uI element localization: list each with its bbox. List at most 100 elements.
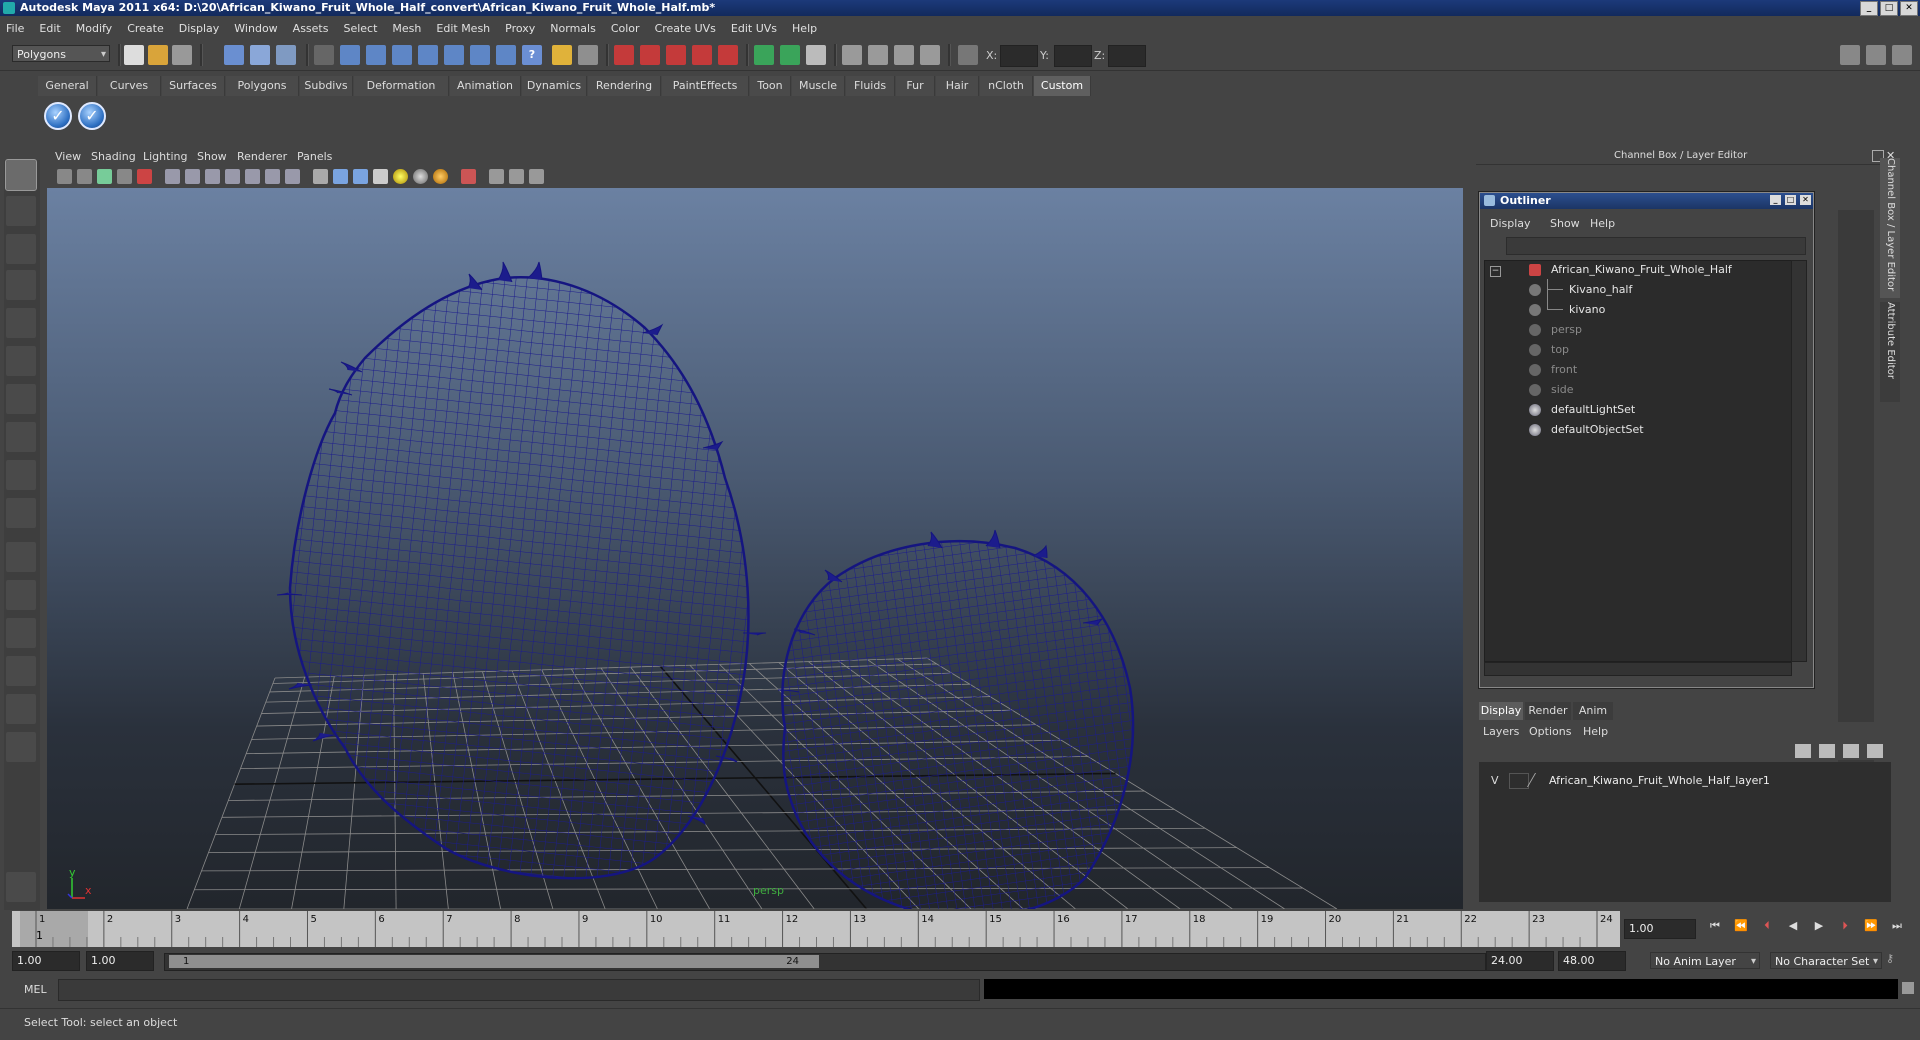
select-object-icon[interactable]	[250, 45, 270, 65]
shelf-tab-surfaces[interactable]: Surfaces	[162, 76, 225, 96]
menu-select[interactable]: Select	[343, 22, 377, 35]
outliner-menu-show[interactable]: Show	[1550, 217, 1580, 230]
layer-menu-layers[interactable]: Layers	[1483, 725, 1519, 738]
outliner-menu-display[interactable]: Display	[1490, 217, 1531, 230]
backface-cull-icon[interactable]	[529, 169, 544, 184]
shelf-tab-custom[interactable]: Custom	[1034, 76, 1091, 96]
step-forward-frame-icon[interactable]: ⏩	[1864, 919, 1878, 933]
layer-row[interactable]: V African_Kiwano_Fruit_Whole_Half_layer1	[1479, 772, 1889, 790]
select-surface-icon[interactable]	[418, 45, 438, 65]
collapse-toggle-icon[interactable]: −	[1490, 266, 1501, 277]
bookmark-icon[interactable]	[97, 169, 112, 184]
menu-mesh[interactable]: Mesh	[392, 22, 421, 35]
layer-menu-help[interactable]: Help	[1583, 725, 1608, 738]
maximize-button[interactable]: □	[1880, 1, 1898, 16]
menu-display[interactable]: Display	[179, 22, 220, 35]
viewport-menu-panels[interactable]: Panels	[297, 150, 332, 163]
select-deformation-icon[interactable]	[444, 45, 464, 65]
play-backwards-icon[interactable]: ◀	[1786, 919, 1800, 933]
graph-persp-layout-icon[interactable]	[6, 656, 36, 686]
z-input[interactable]	[1108, 45, 1146, 67]
perspective-viewport[interactable]: persp y x	[47, 188, 1463, 909]
current-frame-field[interactable]: 1.00	[1624, 919, 1696, 939]
safe-title-icon[interactable]	[285, 169, 300, 184]
minimize-button[interactable]: _	[1860, 1, 1878, 16]
menu-proxy[interactable]: Proxy	[505, 22, 535, 35]
input-ops-icon[interactable]	[754, 45, 774, 65]
two-d-pan-zoom-icon[interactable]	[137, 169, 152, 184]
x-input[interactable]	[1000, 45, 1038, 67]
field-chart-icon[interactable]	[245, 169, 260, 184]
last-tool-icon[interactable]	[6, 498, 36, 528]
range-slider-track[interactable]: 1 24	[164, 953, 1486, 971]
kivano-half-mesh[interactable]	[765, 518, 1165, 909]
new-scene-icon[interactable]	[124, 45, 144, 65]
character-set-dropdown[interactable]: No Character Set	[1770, 952, 1882, 970]
snap-point-icon[interactable]	[666, 45, 686, 65]
shelf-tab-rendering[interactable]: Rendering	[588, 76, 661, 96]
command-input[interactable]	[58, 979, 980, 1001]
lasso-tool-icon[interactable]	[6, 196, 36, 226]
rotate-tool-icon[interactable]	[6, 308, 36, 338]
viewport-menu-lighting[interactable]: Lighting	[143, 150, 187, 163]
image-plane-icon[interactable]	[117, 169, 132, 184]
single-pane-layout-icon[interactable]	[6, 542, 36, 572]
make-live-icon[interactable]	[718, 45, 738, 65]
key-icon[interactable]: ⚷	[1886, 952, 1900, 968]
menu-edit-uvs[interactable]: Edit UVs	[731, 22, 777, 35]
menu-normals[interactable]: Normals	[550, 22, 596, 35]
layer-visibility-toggle[interactable]: V	[1491, 774, 1499, 787]
select-component-icon[interactable]	[276, 45, 296, 65]
four-pane-layout-icon[interactable]	[6, 580, 36, 610]
y-input[interactable]	[1054, 45, 1092, 67]
render-settings-icon[interactable]	[920, 45, 940, 65]
create-empty-layer-icon[interactable]	[1843, 744, 1859, 758]
soft-mod-tool-icon[interactable]	[6, 422, 36, 452]
attribute-editor-side-tab[interactable]: Attribute Editor	[1880, 302, 1900, 402]
shelf-tab-fluids[interactable]: Fluids	[846, 76, 895, 96]
lock-selection-icon[interactable]	[552, 45, 572, 65]
playback-end-field[interactable]: 24.00	[1486, 951, 1554, 971]
close-button[interactable]: ✕	[1900, 1, 1918, 16]
grid-icon[interactable]	[165, 169, 180, 184]
open-scene-icon[interactable]	[148, 45, 168, 65]
outliner-minimize-button[interactable]: _	[1770, 195, 1781, 205]
help-question-icon[interactable]: ?	[522, 45, 542, 65]
camera-attributes-icon[interactable]	[77, 169, 92, 184]
outliner-maximize-button[interactable]: □	[1785, 195, 1796, 205]
time-slider[interactable]: 1 2 3 4 5 6 7 8 9 10 11 12 13 14 15 16 17 18 19 20 21 22 23 24 …	[12, 911, 1620, 947]
show-manipulator-icon[interactable]	[6, 460, 36, 490]
menu-window[interactable]: Window	[234, 22, 277, 35]
move-layer-up-icon[interactable]	[1795, 744, 1811, 758]
film-gate-icon[interactable]	[185, 169, 200, 184]
highlight-selection-icon[interactable]	[578, 45, 598, 65]
layer-tab-display[interactable]: Display	[1479, 702, 1523, 720]
play-forwards-icon[interactable]: ▶	[1812, 919, 1826, 933]
end-time-field[interactable]: 48.00	[1558, 951, 1626, 971]
snap-curve-icon[interactable]	[640, 45, 660, 65]
shelf-tab-polygons[interactable]: Polygons	[226, 76, 299, 96]
anim-layer-dropdown[interactable]: No Anim Layer	[1650, 952, 1760, 970]
menu-help[interactable]: Help	[792, 22, 817, 35]
all-lights-icon[interactable]	[413, 169, 428, 184]
menu-edit[interactable]: Edit	[39, 22, 60, 35]
textured-icon[interactable]	[373, 169, 388, 184]
transform-mode-icon[interactable]	[958, 45, 978, 65]
step-forward-key-icon[interactable]: ⏵	[1838, 919, 1852, 933]
channel-box-toggle-icon[interactable]	[1892, 45, 1912, 65]
menu-color[interactable]: Color	[611, 22, 640, 35]
start-time-field[interactable]: 1.00	[12, 951, 80, 971]
menu-assets[interactable]: Assets	[293, 22, 329, 35]
shelf-tab-animation[interactable]: Animation	[450, 76, 521, 96]
shelf-tab-curves[interactable]: Curves	[98, 76, 161, 96]
scale-tool-icon[interactable]	[6, 346, 36, 376]
shelf-tab-deformation[interactable]: Deformation	[354, 76, 449, 96]
layer-tab-anim[interactable]: Anim	[1573, 702, 1613, 720]
menu-edit-mesh[interactable]: Edit Mesh	[436, 22, 490, 35]
shelf-tab-toon[interactable]: Toon	[750, 76, 791, 96]
move-layer-down-icon[interactable]	[1819, 744, 1835, 758]
hypershade-persp-layout-icon[interactable]	[6, 694, 36, 724]
select-hierarchy-icon[interactable]	[224, 45, 244, 65]
viewport-menu-show[interactable]: Show	[197, 150, 227, 163]
isolate-select-icon[interactable]	[461, 169, 476, 184]
